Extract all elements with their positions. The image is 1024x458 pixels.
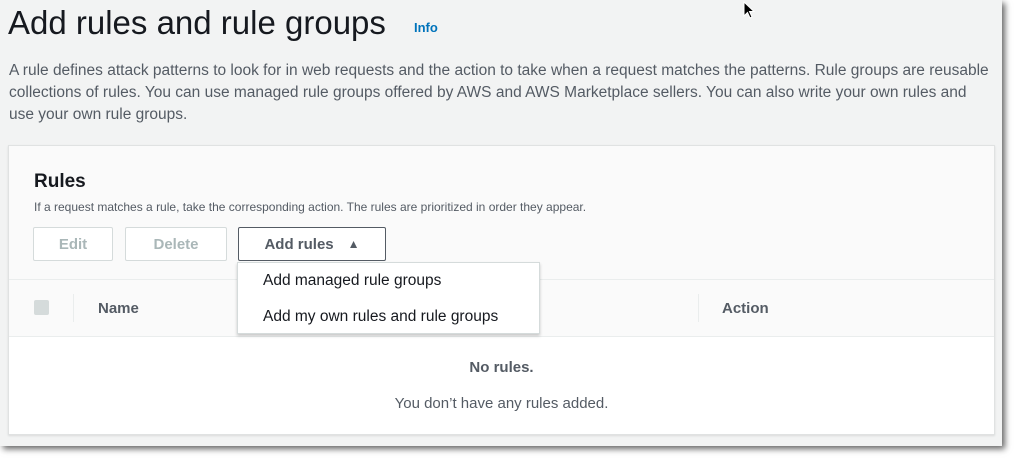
page-description: A rule defines attack patterns to look f… [9, 62, 989, 123]
delete-button[interactable]: Delete [125, 227, 227, 261]
menu-item-add-managed-rule-groups[interactable]: Add managed rule groups [238, 263, 539, 299]
table-body: No rules. You don’t have any rules added… [9, 337, 994, 434]
rules-subtitle: If a request matches a rule, take the co… [34, 200, 587, 214]
column-divider [698, 294, 699, 322]
add-rules-dropdown-menu: Add managed rule groups Add my own rules… [237, 262, 540, 334]
menu-item-add-own-rules[interactable]: Add my own rules and rule groups [238, 299, 539, 335]
add-rules-button[interactable]: Add rules ▲ [238, 227, 386, 261]
info-link[interactable]: Info [414, 20, 438, 35]
page-title: Add rules and rule groups [8, 4, 386, 41]
rules-title: Rules [34, 171, 86, 192]
mouse-cursor-icon [743, 1, 756, 19]
select-all-checkbox[interactable] [34, 300, 49, 315]
column-divider [73, 294, 74, 322]
empty-title: No rules. [469, 359, 534, 376]
page: Add rules and rule groups Info A rule de… [0, 0, 1002, 446]
column-action[interactable]: Action [722, 300, 769, 317]
empty-message: You don’t have any rules added. [394, 395, 609, 412]
edit-button[interactable]: Edit [33, 227, 113, 261]
add-rules-label: Add rules [264, 235, 334, 253]
column-name[interactable]: Name [98, 300, 139, 317]
caret-up-icon: ▲ [347, 237, 360, 251]
